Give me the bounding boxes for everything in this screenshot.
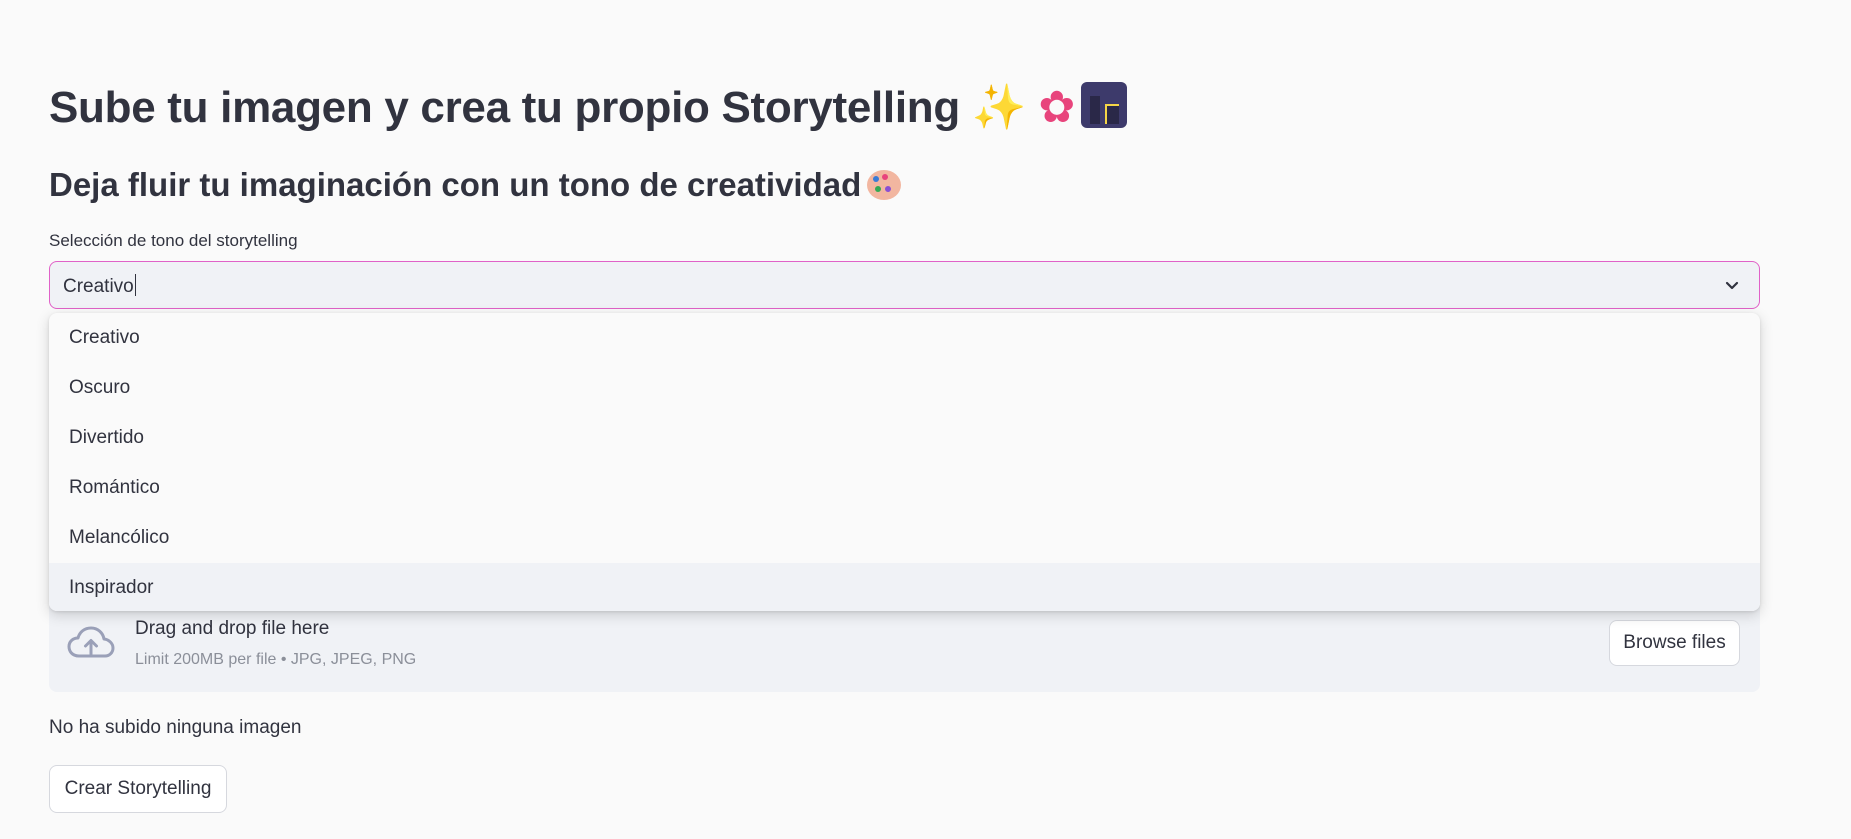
chevron-down-icon[interactable] [1723,276,1741,294]
option-romantico[interactable]: Romántico [49,463,1760,513]
tone-options-dropdown: Creativo Oscuro Divertido Romántico Mela… [49,313,1760,611]
tone-select-value[interactable]: Creativo [63,274,136,298]
option-melancolico[interactable]: Melancólico [49,513,1760,563]
option-divertido[interactable]: Divertido [49,413,1760,463]
dropzone-instructions: Drag and drop file here [135,618,330,639]
flower-icon: ✿ [1038,82,1075,133]
create-storytelling-button[interactable]: Crear Storytelling [49,765,227,813]
tone-select[interactable]: Creativo [49,261,1760,309]
upload-status-message: No ha subido ninguna imagen [49,717,302,738]
file-uploader-dropzone[interactable]: Drag and drop file here Limit 200MB per … [49,600,1760,692]
app-page: Sube tu imagen y crea tu propio Storytel… [0,0,1851,839]
palette-icon [867,170,902,200]
sparkles-icon: ✨ [971,82,1027,133]
page-subtitle: Deja fluir tu imaginación con un tono de… [49,161,902,209]
tone-select-label: Selección de tono del storytelling [49,231,298,250]
text-cursor [134,274,136,296]
option-inspirador[interactable]: Inspirador [49,563,1760,611]
option-creativo[interactable]: Creativo [49,313,1760,363]
night-city-icon [1080,82,1127,128]
page-title-text: Sube tu imagen y crea tu propio Storytel… [49,83,960,132]
option-oscuro[interactable]: Oscuro [49,363,1760,413]
dropzone-limit-text: Limit 200MB per file • JPG, JPEG, PNG [135,651,417,668]
browse-files-button[interactable]: Browse files [1609,620,1740,666]
page-title: Sube tu imagen y crea tu propio Storytel… [49,78,1127,138]
cloud-upload-icon [67,626,115,658]
page-subtitle-text: Deja fluir tu imaginación con un tono de… [49,166,862,203]
tone-select-value-text: Creativo [63,276,134,297]
